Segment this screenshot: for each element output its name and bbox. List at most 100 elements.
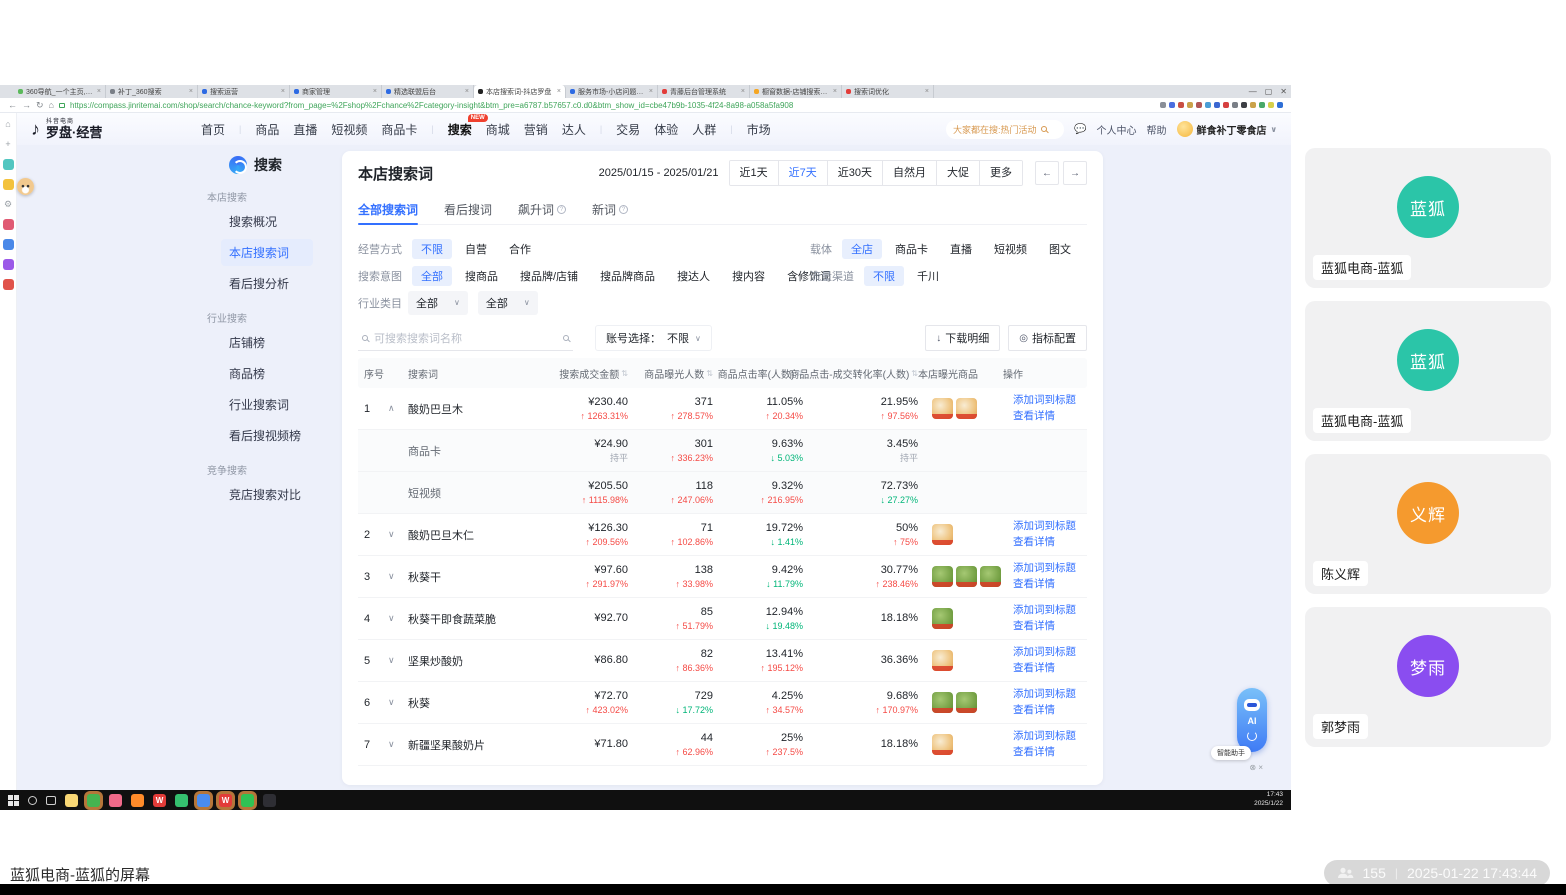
action-link[interactable]: 查看详情 (1013, 619, 1087, 635)
reload-icon[interactable]: ↻ (36, 100, 44, 111)
action-link[interactable]: 查看详情 (1013, 535, 1087, 551)
extension-icon[interactable] (1169, 102, 1175, 108)
action-link[interactable]: 查看详情 (1013, 577, 1087, 593)
sidebar-app-icon[interactable] (2, 279, 14, 290)
browser-tab[interactable]: 搜索运营 × (198, 85, 290, 98)
browser-tab[interactable]: 服务市场-小店问题预约 × (566, 85, 658, 98)
nav-item[interactable]: 营销 (524, 121, 548, 138)
tab-close-icon[interactable]: × (281, 88, 285, 95)
product-thumbnail[interactable] (932, 692, 953, 713)
product-thumbnail[interactable] (932, 398, 953, 419)
extension-icon[interactable] (1241, 102, 1247, 108)
taskbar-clock[interactable]: 17:43 2025/1/22 (1254, 791, 1283, 809)
sidebar-item[interactable]: 本店搜索词 (221, 239, 313, 266)
extension-icon[interactable] (1205, 102, 1211, 108)
keyword-tab[interactable]: 飙升词? (518, 195, 567, 224)
action-link[interactable]: 添加词到标题 (1013, 561, 1087, 577)
shiba-float-icon[interactable] (17, 178, 34, 195)
range-button[interactable]: 近1天 (729, 161, 778, 185)
extension-icon[interactable] (1160, 102, 1166, 108)
filter-chip[interactable]: 全部 (412, 265, 452, 286)
extension-icon[interactable] (1178, 102, 1184, 108)
product-thumbnail[interactable] (932, 524, 953, 545)
tab-close-icon[interactable]: × (373, 88, 377, 95)
filter-chip[interactable]: 千川 (908, 266, 948, 286)
filter-chip[interactable]: 不限 (412, 238, 452, 259)
keyword-tab[interactable]: 看后搜词 (444, 195, 492, 224)
product-thumbnail[interactable] (956, 692, 977, 713)
expand-icon[interactable]: ∨ (388, 529, 408, 540)
expand-icon[interactable]: ∨ (388, 655, 408, 666)
range-button[interactable]: 更多 (979, 161, 1022, 185)
product-thumbnail[interactable] (980, 566, 1001, 587)
taskbar-app-icon[interactable] (263, 793, 276, 807)
taskbar-app-icon[interactable] (131, 793, 144, 807)
sort-icon[interactable]: ⇅ (621, 369, 628, 378)
filter-chip[interactable]: 短视频 (985, 239, 1036, 259)
sidebar-app-icon[interactable] (2, 219, 14, 230)
browser-tab[interactable]: 橱窗数据-店铺搜索分析 × (750, 85, 842, 98)
action-link[interactable]: 添加词到标题 (1013, 645, 1087, 661)
expand-icon[interactable]: ∨ (388, 697, 408, 708)
extension-icon[interactable] (1232, 102, 1238, 108)
sort-icon[interactable]: ⇅ (706, 369, 713, 378)
sidebar-item[interactable]: 店铺榜 (221, 329, 313, 356)
sidebar-item[interactable]: 看后搜分析 (221, 270, 313, 297)
personal-center-link[interactable]: 个人中心 (1097, 122, 1137, 137)
taskbar-app-icon[interactable] (175, 793, 188, 807)
extension-icon[interactable] (1277, 102, 1283, 108)
range-button[interactable]: 近30天 (826, 161, 882, 185)
metric-config-button[interactable]: ◎ 指标配置 (1008, 325, 1087, 351)
tab-close-icon[interactable]: × (465, 88, 469, 95)
action-link[interactable]: 添加词到标题 (1013, 687, 1087, 703)
extension-icon[interactable] (1268, 102, 1274, 108)
participant-card[interactable]: 蓝狐 蓝狐电商-蓝狐 (1305, 301, 1551, 441)
task-view-icon[interactable] (46, 795, 56, 805)
download-detail-button[interactable]: ↓ 下载明细 (925, 325, 1001, 351)
nav-item[interactable]: 商城 (486, 121, 510, 138)
global-search-input[interactable]: 大家都在搜:热门活动 (946, 119, 1065, 139)
filter-chip[interactable]: 搜品牌商品 (591, 266, 664, 286)
start-button[interactable] (8, 794, 19, 806)
browser-tab[interactable]: 青藤后台管理系统 × (658, 85, 750, 98)
account-select[interactable]: 账号选择： 不限 ∨ (595, 325, 712, 351)
home-icon[interactable]: ⌂ (49, 100, 54, 110)
taskbar-app-icon[interactable] (87, 793, 100, 807)
range-button[interactable]: 大促 (936, 161, 979, 185)
sidebar-item[interactable]: 看后搜视频榜 (221, 422, 313, 449)
nav-item[interactable]: 交易 (616, 121, 640, 138)
keyword-search-input[interactable]: 可搜索搜索词名称 (358, 325, 573, 351)
store-switcher[interactable]: 鲜食补丁零食店 ∨ (1176, 121, 1277, 137)
sort-icon[interactable]: ⇅ (911, 369, 918, 378)
forward-icon[interactable]: → (22, 100, 31, 110)
expand-icon[interactable]: ∨ (388, 613, 408, 624)
nav-item[interactable]: 达人 (562, 121, 586, 138)
action-link[interactable]: 查看详情 (1013, 745, 1087, 761)
prev-period-button[interactable]: ← (1035, 161, 1059, 185)
action-link[interactable]: 查看详情 (1013, 703, 1087, 719)
action-link[interactable]: 查看详情 (1013, 661, 1087, 677)
extension-icon[interactable] (1187, 102, 1193, 108)
browser-tab[interactable]: 商家管理 × (290, 85, 382, 98)
taskbar-app-icon[interactable]: W (219, 793, 232, 807)
extension-icon[interactable] (1196, 102, 1202, 108)
participant-card[interactable]: 义辉 陈义辉 (1305, 454, 1551, 594)
sidebar-app-icon[interactable] (2, 239, 14, 250)
sidebar-item[interactable]: 搜索概况 (221, 208, 313, 235)
range-button[interactable]: 近7天 (777, 161, 827, 185)
extension-icon[interactable] (1250, 102, 1256, 108)
browser-tab[interactable]: 360导航_一个主页,整个世界× (14, 85, 106, 98)
extension-icon[interactable] (1259, 102, 1265, 108)
brand-logo[interactable]: ♪ 抖音电商 罗盘·经营 (31, 119, 201, 140)
sidebar-item[interactable]: 商品榜 (221, 360, 313, 387)
expand-icon[interactable]: ∧ (388, 403, 408, 414)
product-thumbnail[interactable] (956, 398, 977, 419)
nav-item[interactable]: 直播 (293, 121, 317, 138)
sidebar-app-icon[interactable] (2, 259, 14, 270)
taskbar-app-icon[interactable] (197, 793, 210, 807)
browser-tab[interactable]: 本店搜索词-抖店罗盘 × (474, 85, 566, 98)
taskbar-search-icon[interactable] (28, 795, 37, 805)
taskbar-app-icon[interactable] (109, 793, 122, 807)
range-button[interactable]: 自然月 (882, 161, 936, 185)
product-thumbnail[interactable] (932, 608, 953, 629)
